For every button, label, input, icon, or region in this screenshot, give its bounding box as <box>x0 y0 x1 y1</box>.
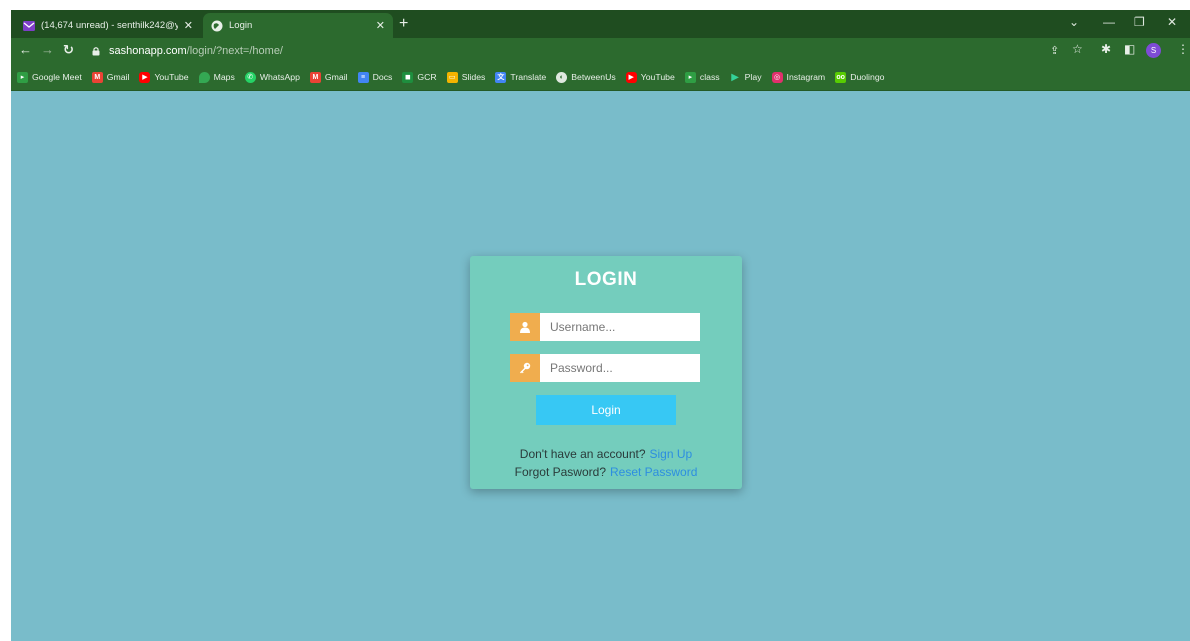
bookmark-gmail[interactable]: M Gmail <box>91 71 130 83</box>
bookmark-betweenus[interactable]: ◐ BetweenUs <box>556 71 616 83</box>
username-field <box>510 313 700 341</box>
whatsapp-icon: ✆ <box>244 71 256 83</box>
bookmark-label: Translate <box>510 72 547 82</box>
slides-icon: ▭ <box>446 71 458 83</box>
reset-line: Forgot Pasword? Reset Password <box>470 465 742 479</box>
login-title: LOGIN <box>574 269 638 290</box>
bookmark-label: BetweenUs <box>571 72 616 82</box>
bookmark-youtube-2[interactable]: ▶ YouTube <box>625 71 675 83</box>
youtube-icon: ▶ <box>625 71 637 83</box>
reload-icon[interactable]: ↻ <box>63 42 74 58</box>
side-panel-icon[interactable]: ◧ <box>1124 42 1135 56</box>
login-button[interactable]: Login <box>536 395 676 425</box>
address-bar[interactable]: sashonapp.com/login/?next=/home/ <box>91 42 1036 60</box>
classroom-icon: ◼ <box>402 71 414 83</box>
bookmark-google-meet[interactable]: ▸ Google Meet <box>17 71 82 83</box>
bookmark-gmail-2[interactable]: M Gmail <box>309 71 348 83</box>
bookmark-label: Docs <box>372 72 393 82</box>
docs-icon: ≡ <box>357 71 369 83</box>
bookmark-play[interactable]: ▶ Play <box>730 71 762 83</box>
bookmark-label: GCR <box>417 72 437 82</box>
bookmark-instagram[interactable]: ◎ Instagram <box>771 71 826 83</box>
bookmark-label: Instagram <box>786 72 826 82</box>
menu-icon[interactable]: ⋮ <box>1177 42 1189 56</box>
bookmark-label: Gmail <box>324 72 348 82</box>
bookmark-maps[interactable]: Maps <box>198 71 235 83</box>
instagram-icon: ◎ <box>771 71 783 83</box>
bookmark-slides[interactable]: ▭ Slides <box>446 71 486 83</box>
url-host: sashonapp.com <box>109 45 187 57</box>
back-icon[interactable]: ← <box>19 42 32 57</box>
bookmark-label: class <box>699 72 720 82</box>
bookmark-star-icon[interactable]: ☆ <box>1072 42 1083 56</box>
bookmark-label: YouTube <box>154 72 189 82</box>
url-path: /login/?next=/home/ <box>186 45 283 57</box>
bookmark-duolingo[interactable]: oo Duolingo <box>835 71 885 83</box>
lock-icon <box>92 47 100 56</box>
new-tab-button[interactable]: + <box>399 15 408 33</box>
signup-line: Don't have an account? Sign Up <box>470 447 742 461</box>
reset-password-link[interactable]: Reset Password <box>610 465 697 479</box>
tab-gmail[interactable]: (14,674 unread) - senthilk242@y ✕ <box>15 13 201 38</box>
tab-title: Login <box>229 20 253 31</box>
username-input[interactable] <box>540 313 700 341</box>
bookmark-class[interactable]: ▸ class <box>684 71 720 83</box>
signup-link[interactable]: Sign Up <box>650 447 693 461</box>
tab-title: (14,674 unread) - senthilk242@y <box>41 20 178 31</box>
signup-prompt: Don't have an account? <box>519 447 646 461</box>
close-window-button[interactable]: ✕ <box>1167 15 1177 29</box>
globe-icon <box>211 20 223 32</box>
play-store-icon: ▶ <box>731 71 739 83</box>
maps-icon <box>198 71 210 83</box>
gmail-icon: M <box>91 71 103 83</box>
tab-search-icon[interactable]: ⌄ <box>1069 15 1079 29</box>
bookmark-whatsapp[interactable]: ✆ WhatsApp <box>244 71 300 83</box>
forgot-prompt: Forgot Pasword? <box>514 465 606 479</box>
tab-strip: (14,674 unread) - senthilk242@y ✕ Login … <box>11 10 1190 38</box>
bookmark-gcr[interactable]: ◼ GCR <box>402 71 437 83</box>
key-icon <box>510 354 540 382</box>
bookmark-translate[interactable]: 文 Translate <box>495 71 547 83</box>
bookmark-label: Gmail <box>106 72 130 82</box>
share-icon[interactable]: ⇪ <box>1050 44 1059 57</box>
login-card: LOGIN Login Don't have an account? Sign U… <box>470 256 742 489</box>
bookmark-label: WhatsApp <box>259 72 300 82</box>
meet-icon: ▸ <box>684 71 696 83</box>
bookmark-label: Duolingo <box>850 72 885 82</box>
bookmark-label: Google Meet <box>32 72 82 82</box>
bookmark-label: Maps <box>213 72 235 82</box>
minimize-button[interactable]: — <box>1103 15 1115 29</box>
gmail-icon: M <box>309 71 321 83</box>
profile-avatar[interactable]: S <box>1146 43 1161 58</box>
bookmark-label: Play <box>744 72 762 82</box>
bookmarks-bar: ▸ Google Meet M Gmail ▶ YouTube Maps ✆ Whats… <box>11 64 1190 91</box>
password-field <box>510 354 700 382</box>
duolingo-icon: oo <box>835 71 847 83</box>
restore-button[interactable]: ❐ <box>1134 15 1145 29</box>
youtube-icon: ▶ <box>139 71 151 83</box>
forward-icon[interactable]: → <box>41 42 54 57</box>
password-input[interactable] <box>540 354 700 382</box>
tab-login[interactable]: Login ✕ <box>203 13 393 38</box>
bookmark-label: YouTube <box>640 72 675 82</box>
translate-icon: 文 <box>495 71 507 83</box>
bookmark-youtube[interactable]: ▶ YouTube <box>139 71 189 83</box>
globe-icon: ◐ <box>556 71 568 83</box>
browser-window: (14,674 unread) - senthilk242@y ✕ Login … <box>11 10 1190 641</box>
extensions-icon[interactable]: ✱ <box>1101 42 1111 56</box>
meet-icon: ▸ <box>17 71 28 83</box>
bookmark-docs[interactable]: ≡ Docs <box>357 71 393 83</box>
toolbar: ← → ↻ sashonapp.com/login/?next=/home/ ⇪… <box>11 38 1190 64</box>
mail-icon <box>23 20 35 32</box>
page-content: LOGIN Login Don't have an account? Sign U… <box>11 91 1190 641</box>
close-tab-icon[interactable]: ✕ <box>184 19 193 32</box>
close-tab-icon[interactable]: ✕ <box>376 19 385 32</box>
user-icon <box>510 313 540 341</box>
bookmark-label: Slides <box>461 72 486 82</box>
